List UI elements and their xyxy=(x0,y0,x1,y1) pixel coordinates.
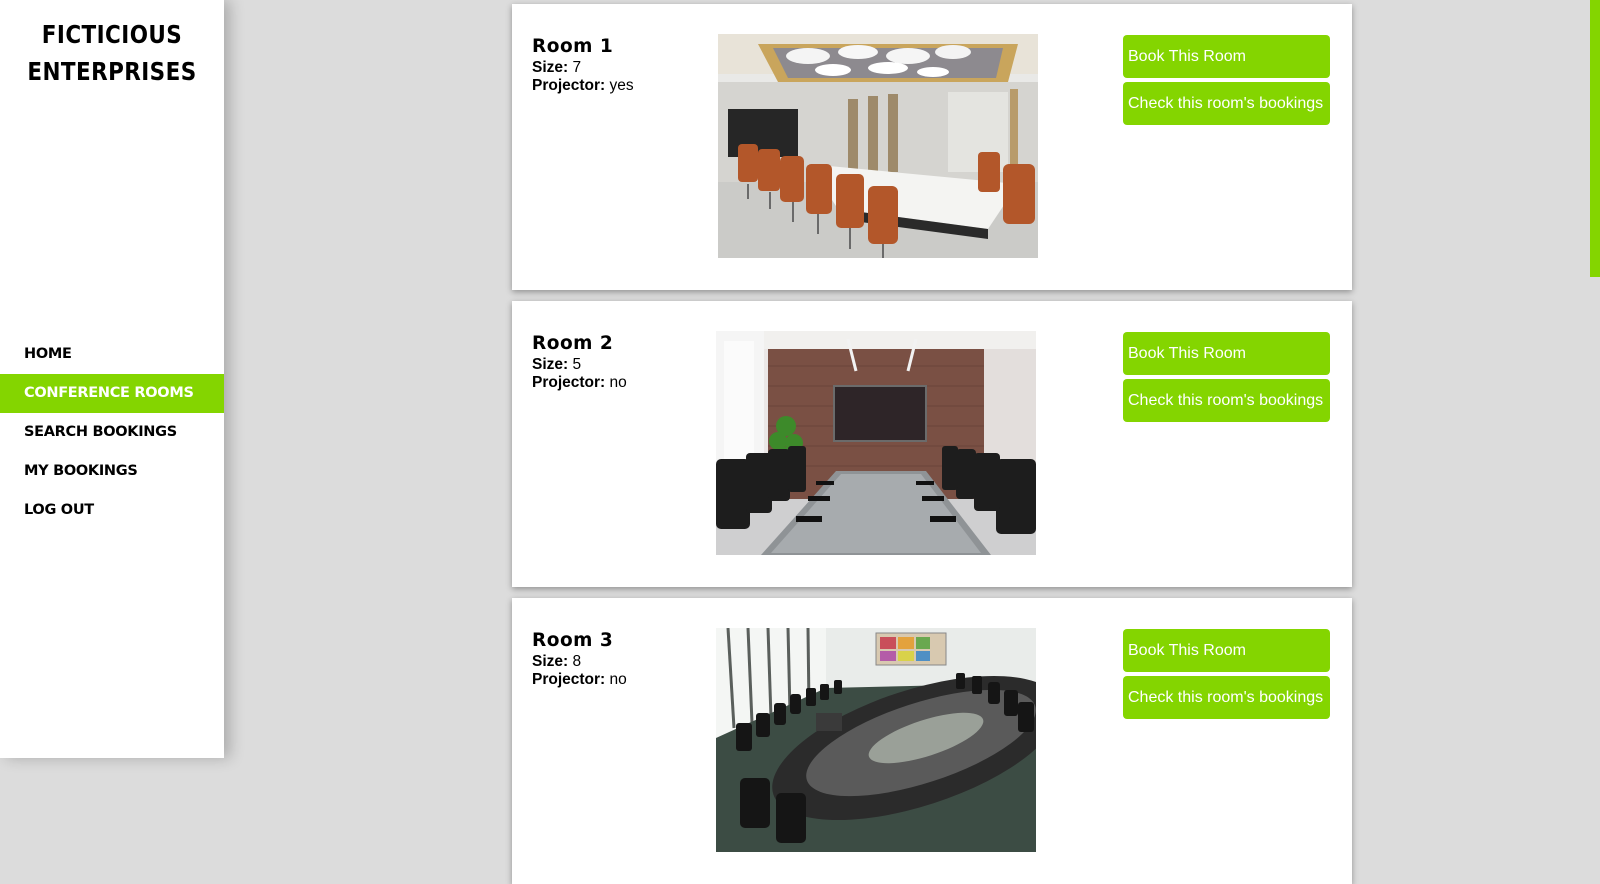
room-1-photo xyxy=(718,34,1038,258)
size-value: 8 xyxy=(572,653,582,670)
check-bookings-button[interactable]: Check this room's bookings xyxy=(1123,379,1330,422)
projector-value: no xyxy=(609,374,627,391)
nav-item-my-bookings[interactable]: MY BOOKINGS xyxy=(0,452,224,491)
size-label: Size: xyxy=(532,59,569,76)
room-photo xyxy=(718,34,1038,258)
room-name: Room 3 xyxy=(532,630,614,651)
projector-value: yes xyxy=(609,77,634,94)
room-size: Size: 5 xyxy=(532,356,627,374)
room-size: Size: 7 xyxy=(532,59,634,77)
book-room-button[interactable]: Book This Room xyxy=(1123,35,1330,78)
room-card: Room 2 Size: 5 Projector: no Book This R… xyxy=(512,301,1352,587)
size-value: 7 xyxy=(572,59,582,76)
projector-value: no xyxy=(609,671,627,688)
room-info: Room 3 Size: 8 Projector: no xyxy=(532,630,627,689)
room-projector: Projector: no xyxy=(532,374,627,392)
room-photo xyxy=(716,331,1036,555)
room-photo xyxy=(716,628,1036,852)
room-2-photo xyxy=(716,331,1036,555)
nav-item-home[interactable]: HOME xyxy=(0,335,224,374)
room-projector: Projector: no xyxy=(532,671,627,689)
sidebar: FICTICIOUS ENTERPRISES HOME CONFERENCE R… xyxy=(0,0,224,758)
size-value: 5 xyxy=(572,356,582,373)
room-name: Room 1 xyxy=(532,36,614,57)
room-info: Room 2 Size: 5 Projector: no xyxy=(532,333,627,392)
brand-line-2: ENTERPRISES xyxy=(27,57,197,86)
nav-item-log-out[interactable]: LOG OUT xyxy=(0,491,224,530)
room-size: Size: 8 xyxy=(532,653,627,671)
room-3-photo xyxy=(716,628,1036,852)
size-label: Size: xyxy=(532,653,569,670)
book-room-button[interactable]: Book This Room xyxy=(1123,629,1330,672)
book-room-button[interactable]: Book This Room xyxy=(1123,332,1330,375)
projector-label: Projector: xyxy=(532,77,606,94)
nav-item-search-bookings[interactable]: SEARCH BOOKINGS xyxy=(0,413,224,452)
room-projector: Projector: yes xyxy=(532,77,634,95)
scrollbar-thumb[interactable] xyxy=(1590,0,1600,277)
projector-label: Projector: xyxy=(532,374,606,391)
main-nav: HOME CONFERENCE ROOMS SEARCH BOOKINGS MY… xyxy=(0,335,224,530)
room-info: Room 1 Size: 7 Projector: yes xyxy=(532,36,634,95)
check-bookings-button[interactable]: Check this room's bookings xyxy=(1123,82,1330,125)
brand-line-1: FICTICIOUS xyxy=(41,20,183,49)
room-card: Room 3 Size: 8 Projector: no Book This R… xyxy=(512,598,1352,884)
size-label: Size: xyxy=(532,356,569,373)
check-bookings-button[interactable]: Check this room's bookings xyxy=(1123,676,1330,719)
nav-item-conference-rooms[interactable]: CONFERENCE ROOMS xyxy=(0,374,224,413)
room-card: Room 1 Size: 7 Projector: yes Book This … xyxy=(512,4,1352,290)
room-name: Room 2 xyxy=(532,333,614,354)
projector-label: Projector: xyxy=(532,671,606,688)
brand-logo: FICTICIOUS ENTERPRISES xyxy=(16,16,209,90)
